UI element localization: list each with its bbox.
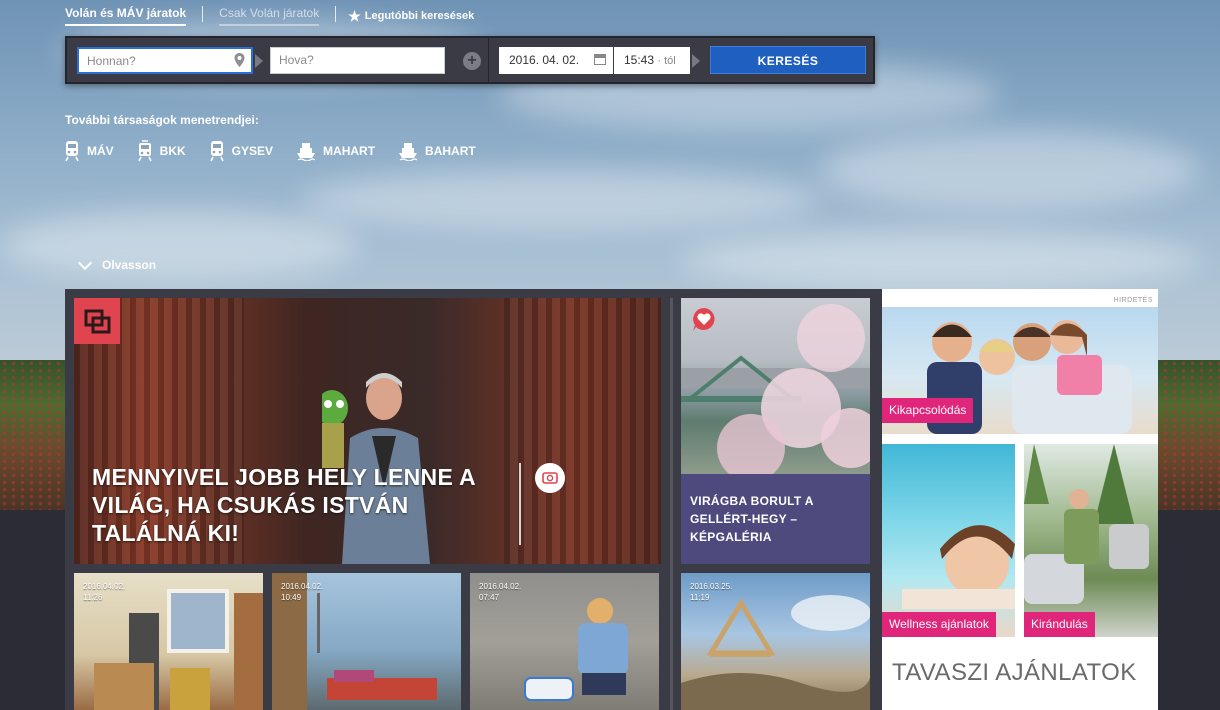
company-label: MAHART [323, 144, 376, 158]
divider [488, 38, 489, 82]
news-grid: MENNYIVEL JOBB HELY LENNE A VILÁG, HA CS… [65, 289, 1158, 710]
search-tabs: Volán és MÁV járatok Csak Volán járatok … [65, 5, 474, 27]
ad-label: HIRDETÉS [1113, 297, 1153, 304]
calendar-icon[interactable] [594, 54, 606, 65]
from-input[interactable]: Honnan? [77, 47, 253, 74]
from-placeholder: Honnan? [87, 54, 136, 68]
news-thumb[interactable]: 2016.04.02. 10:49 [272, 573, 461, 710]
ad-wellness-image[interactable]: Wellness ajánlatok [882, 444, 1015, 637]
thumb-timestamp: 2016.04.02. 07:47 [479, 582, 522, 602]
thumb-timestamp: 2016.03.25. 11:19 [690, 582, 733, 602]
search-button[interactable]: KERESÉS [710, 46, 866, 74]
star-icon: ★ [348, 7, 361, 24]
side-article-caption[interactable]: VIRÁGBA BORULT A GELLÉRT-HEGY – KÉPGALÉR… [681, 474, 870, 564]
magazine-logo-icon [74, 298, 120, 344]
company-label: MÁV [87, 144, 114, 158]
tab-volan-mav[interactable]: Volán és MÁV járatok [65, 6, 187, 26]
date-field[interactable]: 2016. 04. 02. [499, 47, 613, 74]
kirandulas-label[interactable]: Kirándulás [1024, 612, 1095, 637]
hero-divider [519, 463, 521, 545]
location-pin-icon[interactable] [234, 53, 245, 67]
company-label: GYSEV [231, 144, 274, 158]
side-article-image[interactable] [681, 298, 870, 474]
train-icon [209, 141, 224, 162]
ship-icon [399, 143, 418, 161]
arrow-right-icon [692, 54, 700, 68]
company-label: BKK [159, 144, 186, 158]
thumb-timestamp: 2016.04.02. 11:26 [83, 582, 126, 602]
company-link-bahart[interactable]: BAHART [399, 140, 476, 162]
column-divider [670, 298, 673, 710]
arrow-right-icon [255, 54, 263, 68]
add-stop-icon[interactable]: + [463, 52, 481, 70]
hero-article[interactable]: MENNYIVEL JOBB HELY LENNE A VILÁG, HA CS… [74, 298, 661, 564]
company-link-mahart[interactable]: MAHART [297, 140, 375, 162]
to-placeholder: Hova? [279, 53, 314, 67]
heart-chat-icon [693, 308, 715, 331]
hero-title[interactable]: MENNYIVEL JOBB HELY LENNE A VILÁG, HA CS… [92, 463, 512, 547]
tab-csak-volan[interactable]: Csak Volán járatok [219, 6, 320, 26]
company-link-mav[interactable]: MÁV [65, 140, 114, 162]
read-more-toggle[interactable]: Olvasson [77, 255, 157, 272]
company-links: MÁV BKK GYSEV MAHART BAHART [65, 140, 500, 162]
news-thumb[interactable]: 2016.04.02. 07:47 [470, 573, 659, 710]
tram-icon [137, 140, 152, 162]
chevron-down-icon [77, 255, 93, 270]
other-companies-label: További társaságok menetrendjei: [65, 113, 259, 127]
tab-separator [335, 6, 337, 22]
wellness-label[interactable]: Wellness ajánlatok [882, 612, 996, 637]
ad-excursion-image[interactable]: Kirándulás [1024, 444, 1158, 637]
news-thumb[interactable]: 2016.03.25. 11:19 [681, 573, 870, 710]
time-suffix: · tól [657, 55, 676, 67]
tab-separator [202, 6, 204, 22]
to-input[interactable]: Hova? [270, 47, 445, 74]
ship-icon [297, 143, 316, 161]
read-more-label: Olvasson [102, 258, 157, 272]
company-link-bkk[interactable]: BKK [137, 140, 186, 162]
ad-title[interactable]: TAVASZI AJÁNLATOK [892, 659, 1137, 687]
company-link-gysev[interactable]: GYSEV [209, 140, 274, 162]
search-bar: Honnan? Hova? + 2016. 04. 02. 15:43 · tó… [65, 36, 875, 84]
thumb-timestamp: 2016.04.02. 10:49 [281, 582, 324, 602]
train-icon [65, 141, 79, 162]
date-value: 2016. 04. 02. [509, 53, 580, 67]
company-label: BAHART [425, 144, 476, 158]
time-field[interactable]: 15:43 · tól [614, 47, 690, 74]
time-value: 15:43 [624, 53, 655, 67]
kikapcsolodas-label[interactable]: Kikapcsolódás [882, 398, 974, 423]
ad-family-image[interactable]: Kikapcsolódás [882, 307, 1158, 434]
news-thumb[interactable]: 2016.04.02. 11:26 [74, 573, 263, 710]
camera-icon[interactable] [535, 463, 565, 493]
recent-searches-link[interactable]: Legutóbbi keresések [365, 10, 474, 22]
advertisement: HIRDETÉS Kikapcsolódás Wellness ajánlato… [882, 289, 1158, 710]
